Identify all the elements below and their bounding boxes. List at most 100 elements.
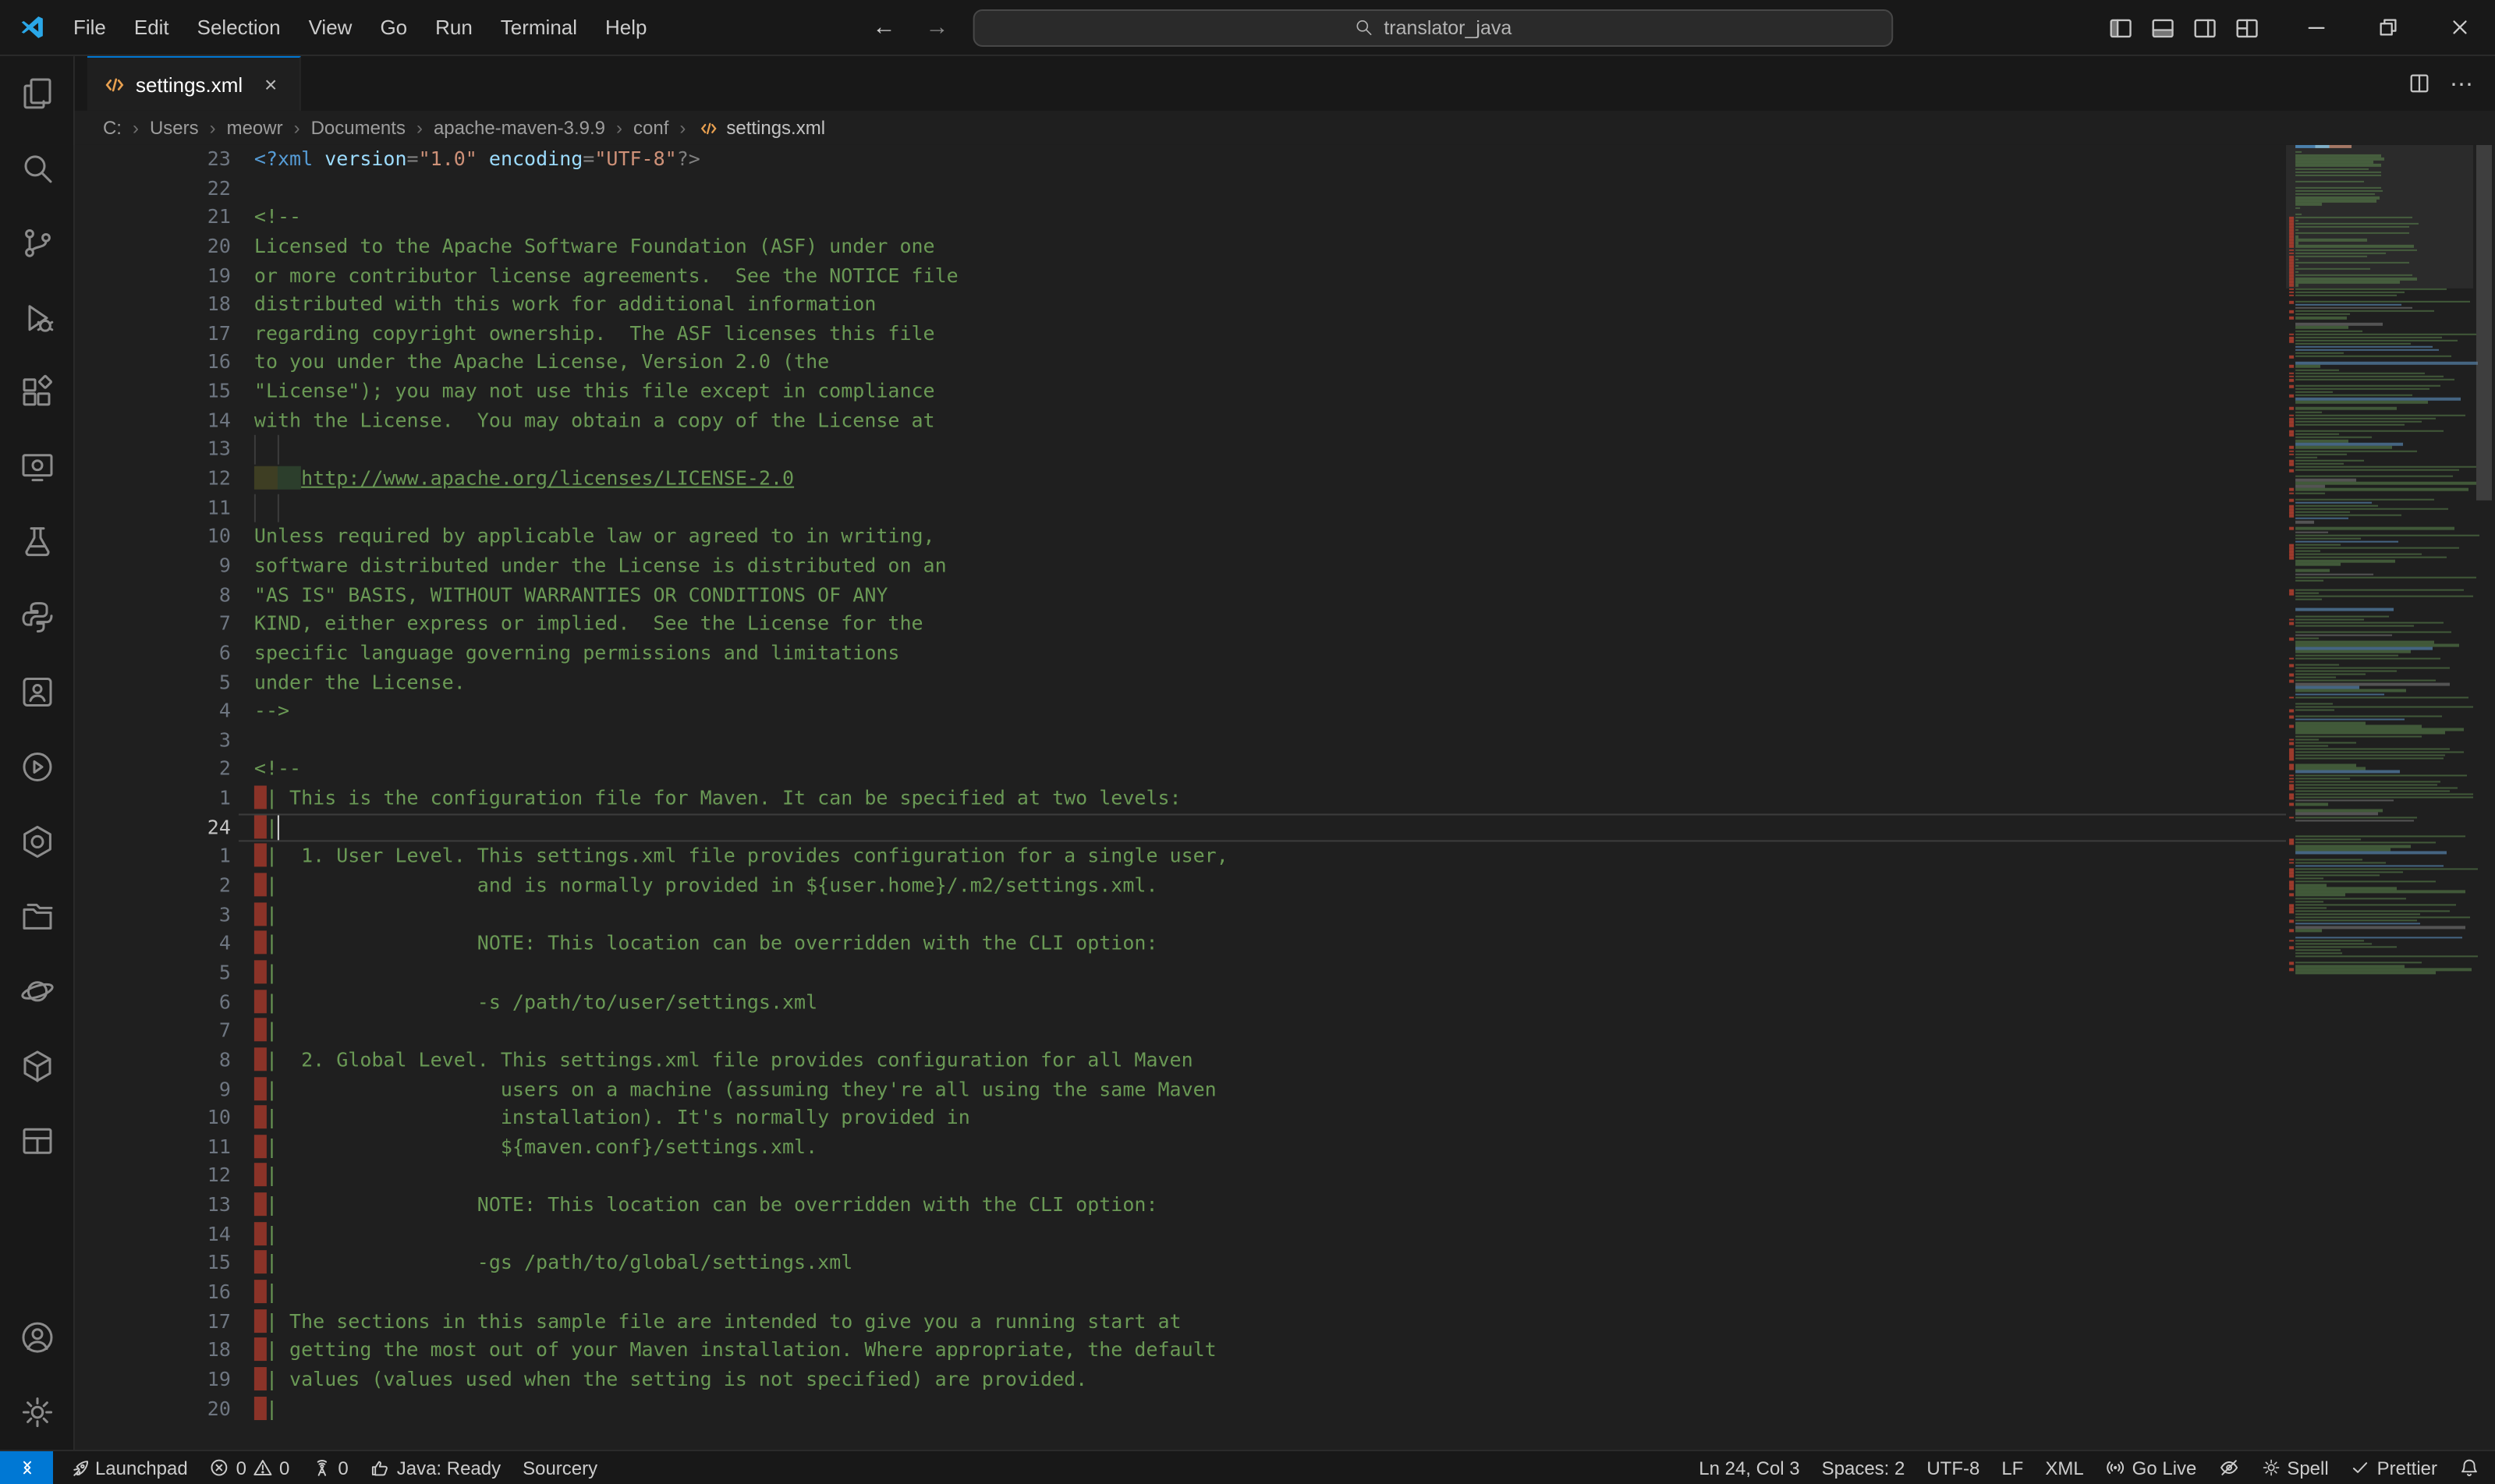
status-ports[interactable]: 0 — [300, 1451, 359, 1484]
toggle-panel-button[interactable] — [2141, 0, 2183, 55]
status-visibility[interactable] — [2207, 1451, 2249, 1484]
line-number[interactable]: 22 — [75, 174, 231, 203]
close-button[interactable] — [2423, 0, 2495, 55]
line-number[interactable]: 5 — [75, 668, 231, 697]
code-line[interactable]: 6specific language governing permissions… — [75, 639, 2286, 668]
history-back-button[interactable]: ← — [867, 14, 902, 41]
menu-file[interactable]: File — [59, 0, 120, 55]
vertical-scrollbar[interactable] — [2473, 145, 2495, 1450]
editor-more-actions-button[interactable]: ⋯ — [2450, 69, 2473, 97]
line-number[interactable]: 9 — [75, 552, 231, 581]
toggle-secondary-sidebar-button[interactable] — [2183, 0, 2225, 55]
line-number[interactable]: 13 — [75, 1191, 231, 1220]
code-line[interactable]: 20 | — [75, 1394, 2286, 1423]
line-number[interactable]: 8 — [75, 1046, 231, 1075]
status-cursor-position[interactable]: Ln 24, Col 3 — [1688, 1451, 1810, 1484]
code-line[interactable]: 18distributed with this work for additio… — [75, 290, 2286, 319]
status-encoding[interactable]: UTF-8 — [1916, 1451, 1990, 1484]
code-line[interactable]: 4--> — [75, 697, 2286, 726]
history-forward-button[interactable]: → — [920, 14, 955, 41]
code-line[interactable]: 10Unless required by applicable law or a… — [75, 522, 2286, 551]
menu-run[interactable]: Run — [421, 0, 487, 55]
menu-terminal[interactable]: Terminal — [487, 0, 591, 55]
menu-edit[interactable]: Edit — [120, 0, 183, 55]
line-number[interactable]: 6 — [75, 987, 231, 1016]
toggle-primary-sidebar-button[interactable] — [2099, 0, 2141, 55]
status-sourcery[interactable]: Sourcery — [512, 1451, 608, 1484]
line-number[interactable]: 17 — [75, 1307, 231, 1336]
line-number[interactable]: 11 — [75, 1133, 231, 1162]
status-java-status[interactable]: Java: Ready — [360, 1451, 512, 1484]
restore-button[interactable] — [2351, 0, 2423, 55]
status-language-mode[interactable]: XML — [2034, 1451, 2094, 1484]
code-line[interactable]: 18 | getting the most out of your Maven … — [75, 1337, 2286, 1365]
code-editor[interactable]: 23<?xml version="1.0" encoding="UTF-8"?>… — [75, 145, 2495, 1450]
breadcrumb-item[interactable]: Users — [147, 117, 202, 139]
status-eol[interactable]: LF — [1990, 1451, 2034, 1484]
status-launchpad[interactable]: Launchpad — [58, 1451, 199, 1484]
activity-kubernetes[interactable] — [0, 804, 75, 879]
code-line[interactable]: 4 | NOTE: This location can be overridde… — [75, 930, 2286, 958]
menu-go[interactable]: Go — [366, 0, 421, 55]
activity-settings[interactable] — [0, 1375, 75, 1450]
activity-live-share[interactable] — [0, 655, 75, 730]
code-line[interactable]: 8"AS IS" BASIS, WITHOUT WARRANTIES OR CO… — [75, 581, 2286, 610]
code-line[interactable]: 9software distributed under the License … — [75, 552, 2286, 581]
code-line[interactable]: 14with the License. You may obtain a cop… — [75, 406, 2286, 435]
activity-testing[interactable] — [0, 505, 75, 580]
line-number[interactable]: 19 — [75, 1365, 231, 1394]
line-number[interactable]: 4 — [75, 697, 231, 726]
code-line[interactable]: 10 | installation). It's normally provid… — [75, 1104, 2286, 1133]
activity-containers[interactable] — [0, 1103, 75, 1178]
activity-project-manager[interactable] — [0, 879, 75, 954]
line-number[interactable]: 1 — [75, 842, 231, 871]
line-number[interactable]: 1 — [75, 785, 231, 813]
code-line[interactable]: 3 | — [75, 901, 2286, 930]
line-number[interactable]: 17 — [75, 319, 231, 348]
menu-selection[interactable]: Selection — [183, 0, 295, 55]
line-number[interactable]: 15 — [75, 377, 231, 406]
code-line[interactable]: 3 — [75, 726, 2286, 755]
menu-view[interactable]: View — [295, 0, 367, 55]
line-number[interactable]: 12 — [75, 465, 231, 494]
code-line-current[interactable]: 24 | — [75, 813, 2286, 842]
code-line[interactable]: 12 http://www.apache.org/licenses/LICENS… — [75, 465, 2286, 494]
activity-source-control[interactable] — [0, 206, 75, 281]
status-indentation[interactable]: Spaces: 2 — [1811, 1451, 1916, 1484]
code-line[interactable]: 6 | -s /path/to/user/settings.xml — [75, 987, 2286, 1016]
scrollbar-thumb[interactable] — [2476, 145, 2492, 501]
tab-close-button[interactable]: × — [258, 72, 283, 97]
status-prettier[interactable]: Prettier — [2340, 1451, 2448, 1484]
line-number[interactable]: 24 — [75, 813, 231, 842]
line-number[interactable]: 14 — [75, 1220, 231, 1249]
code-line[interactable]: 2 | and is normally provided in ${user.h… — [75, 871, 2286, 900]
breadcrumb-item[interactable]: meowr — [224, 117, 286, 139]
activity-gradle[interactable] — [0, 954, 75, 1029]
activity-remote-explorer[interactable] — [0, 430, 75, 505]
line-number[interactable]: 10 — [75, 1104, 231, 1133]
code-line[interactable]: 11 — [75, 494, 2286, 522]
code-line[interactable]: 19or more contributor license agreements… — [75, 261, 2286, 290]
activity-python[interactable] — [0, 580, 75, 655]
line-number[interactable]: 9 — [75, 1075, 231, 1103]
code-line[interactable]: 11 | ${maven.conf}/settings.xml. — [75, 1133, 2286, 1162]
minimize-button[interactable] — [2280, 0, 2351, 55]
line-number[interactable]: 7 — [75, 610, 231, 639]
line-number[interactable]: 20 — [75, 1394, 231, 1423]
split-editor-button[interactable] — [2408, 72, 2431, 95]
code-line[interactable]: 2<!-- — [75, 755, 2286, 784]
breadcrumb-item[interactable]: Documents — [308, 117, 409, 139]
line-number[interactable]: 23 — [75, 145, 231, 174]
command-center-search[interactable]: translator_java — [973, 9, 1893, 46]
code-line[interactable]: 13 | NOTE: This location can be overridd… — [75, 1191, 2286, 1220]
line-number[interactable]: 16 — [75, 349, 231, 377]
line-number[interactable]: 3 — [75, 726, 231, 755]
status-spell[interactable]: Spell — [2249, 1451, 2339, 1484]
code-line[interactable]: 15"License"); you may not use this file … — [75, 377, 2286, 406]
activity-extensions[interactable] — [0, 356, 75, 430]
code-line[interactable]: 9 | users on a machine (assuming they're… — [75, 1075, 2286, 1103]
line-number[interactable]: 8 — [75, 581, 231, 610]
line-number[interactable]: 11 — [75, 494, 231, 522]
line-number[interactable]: 19 — [75, 261, 231, 290]
breadcrumb-item[interactable]: conf — [630, 117, 672, 139]
